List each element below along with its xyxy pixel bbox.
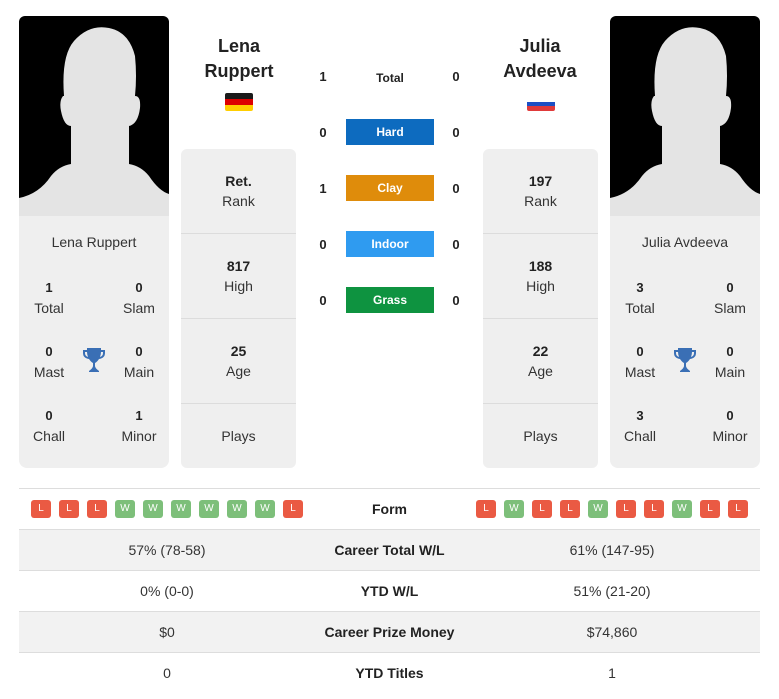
surface-indoor-badge[interactable]: Indoor: [346, 231, 434, 257]
h2h-hard-row: 0 Hard 0: [300, 119, 480, 147]
table-row: 0% (0-0) YTD W/L 51% (21-20): [19, 570, 760, 611]
player1-rank: Ret. Rank: [181, 149, 296, 234]
h2h-total-row: 1 Total 0: [319, 69, 460, 85]
comparison-table: LLLWWWWWWL Form LWLLWLLWLL 57% (78-58) C…: [19, 488, 760, 693]
player1-value: 57% (78-58): [128, 542, 206, 558]
surface-hard-badge[interactable]: Hard: [346, 119, 434, 145]
form-result-badge[interactable]: W: [143, 500, 163, 518]
h2h-clay-row: 1 Clay 0: [300, 175, 480, 203]
row-label: YTD Titles: [355, 665, 424, 681]
form-result-badge[interactable]: W: [672, 500, 692, 518]
player2-chall-titles: 3 Chall: [624, 408, 656, 444]
table-row: 0 YTD Titles 1: [19, 652, 760, 693]
player1-card-name: Lena Ruppert: [51, 234, 137, 250]
surface-grass-badge[interactable]: Grass: [346, 287, 434, 313]
form-result-badge[interactable]: W: [199, 500, 219, 518]
player2-high: 188 High: [483, 234, 598, 319]
form-result-badge[interactable]: W: [504, 500, 524, 518]
player1-value: 0: [163, 665, 171, 681]
player2-main-titles: 0 Main: [714, 344, 746, 380]
player2-minor-titles: 0 Minor: [712, 408, 748, 444]
form-result-badge[interactable]: L: [532, 500, 552, 518]
form-result-badge[interactable]: W: [115, 500, 135, 518]
h2h-indoor-row: 0 Indoor 0: [300, 231, 480, 259]
player1-value: $0: [159, 624, 175, 640]
player1-minor-titles: 1 Minor: [121, 408, 157, 444]
player2-form: LWLLWLLWLL: [464, 500, 760, 518]
player1-mast-titles: 0 Mast: [33, 344, 65, 380]
avatar-silhouette-icon: [610, 27, 760, 216]
player2-plays: Plays: [523, 428, 558, 444]
player1-titles-card: Lena Ruppert 1 Total 0 Slam 0 Mast 0 Mai…: [19, 216, 169, 468]
form-result-badge[interactable]: L: [87, 500, 107, 518]
player1-name[interactable]: Lena Ruppert: [169, 34, 309, 84]
form-result-badge[interactable]: L: [644, 500, 664, 518]
player2-titles-card: Julia Avdeeva 3 Total 0 Slam 0 Mast 0 Ma…: [610, 216, 760, 468]
table-row: 57% (78-58) Career Total W/L 61% (147-95…: [19, 529, 760, 570]
form-result-badge[interactable]: L: [59, 500, 79, 518]
player1-form: LLLWWWWWWL: [19, 500, 315, 518]
form-label: Form: [372, 501, 407, 517]
row-label: Career Prize Money: [324, 624, 455, 640]
player2-card-name: Julia Avdeeva: [641, 234, 729, 250]
player1-slam-titles: 0 Slam: [123, 280, 155, 316]
germany-flag-icon: [225, 93, 253, 111]
h2h-grass-row: 0 Grass 0: [300, 287, 480, 315]
form-result-badge[interactable]: L: [560, 500, 580, 518]
player2-photo: [610, 16, 760, 216]
player2-value: 51% (21-20): [573, 583, 651, 599]
form-result-badge[interactable]: L: [728, 500, 748, 518]
form-result-badge[interactable]: W: [588, 500, 608, 518]
player2-slam-titles: 0 Slam: [714, 280, 746, 316]
player2-age: 22 Age: [483, 319, 598, 404]
form-result-badge[interactable]: L: [700, 500, 720, 518]
row-label: YTD W/L: [360, 583, 419, 599]
form-result-badge[interactable]: L: [31, 500, 51, 518]
form-result-badge[interactable]: W: [255, 500, 275, 518]
form-result-badge[interactable]: L: [283, 500, 303, 518]
trophy-icon: [674, 348, 696, 372]
russia-flag-icon: [527, 97, 555, 111]
player1-age: 25 Age: [181, 319, 296, 404]
player1-chall-titles: 0 Chall: [33, 408, 65, 444]
row-label: Career Total W/L: [334, 542, 445, 558]
trophy-icon: [83, 348, 105, 372]
player1-plays: Plays: [221, 428, 256, 444]
player1-info-panel: Ret. Rank 817 High 25 Age Plays: [181, 149, 296, 468]
player2-name[interactable]: Julia Avdeeva: [470, 34, 610, 84]
avatar-silhouette-icon: [19, 27, 169, 216]
form-result-badge[interactable]: L: [476, 500, 496, 518]
player2-rank: 197 Rank: [483, 149, 598, 234]
form-row: LLLWWWWWWL Form LWLLWLLWLL: [19, 488, 760, 529]
player2-value: 1: [608, 665, 616, 681]
player1-value: 0% (0-0): [140, 583, 194, 599]
player2-mast-titles: 0 Mast: [624, 344, 656, 380]
player2-value: 61% (147-95): [569, 542, 655, 558]
player2-total-titles: 3 Total: [625, 280, 655, 316]
player1-main-titles: 0 Main: [123, 344, 155, 380]
player2-value: $74,860: [586, 624, 638, 640]
player1-photo: [19, 16, 169, 216]
player1-high: 817 High: [181, 234, 296, 319]
form-result-badge[interactable]: W: [171, 500, 191, 518]
form-result-badge[interactable]: W: [227, 500, 247, 518]
surface-clay-badge[interactable]: Clay: [346, 175, 434, 201]
player1-total-titles: 1 Total: [34, 280, 64, 316]
player2-info-panel: 197 Rank 188 High 22 Age Plays: [483, 149, 598, 468]
table-row: $0 Career Prize Money $74,860: [19, 611, 760, 652]
form-result-badge[interactable]: L: [616, 500, 636, 518]
